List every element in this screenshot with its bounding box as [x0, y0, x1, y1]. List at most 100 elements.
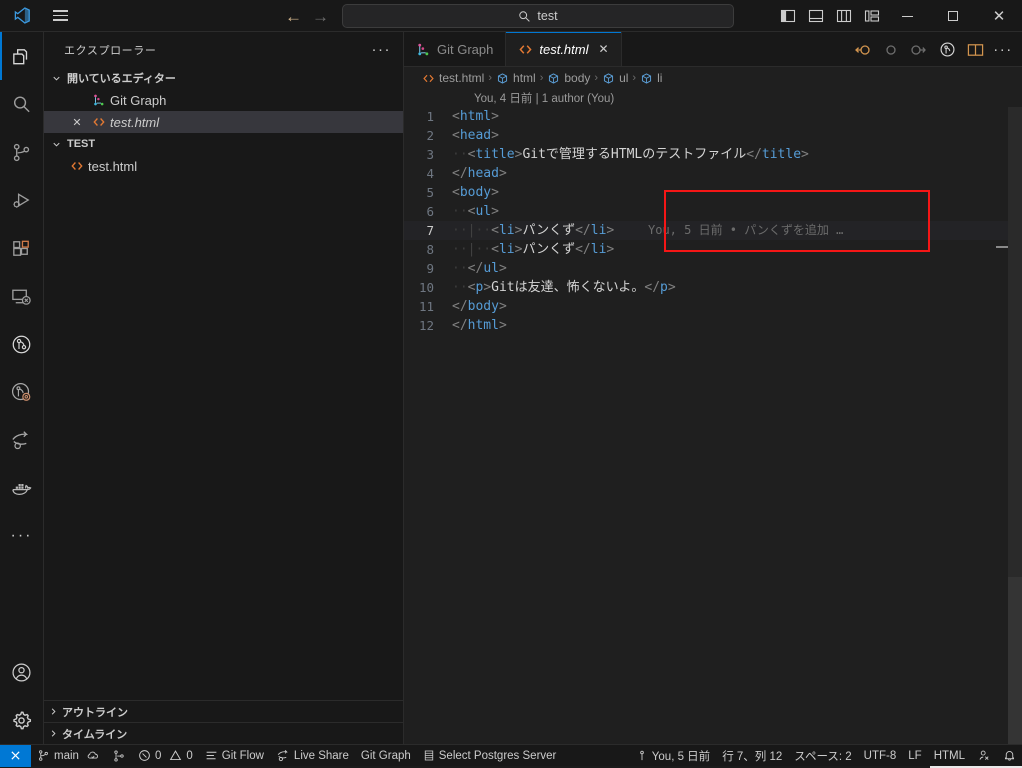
code-line[interactable]: 8 ··|··<li>パンくず</li>	[404, 240, 1022, 259]
editor-scrollbar[interactable]	[1008, 107, 1022, 744]
breadcrumb-body[interactable]: body	[547, 71, 590, 85]
more-actions-icon[interactable]: ···	[992, 39, 1014, 61]
breadcrumb-li[interactable]: li	[640, 71, 662, 85]
status-indentation[interactable]: スペース: 2	[788, 745, 857, 767]
sidebar-item-docker[interactable]	[0, 464, 44, 512]
breadcrumb-ul[interactable]: ul	[602, 71, 628, 85]
code-line[interactable]: 6 ··<ul>	[404, 202, 1022, 221]
breadcrumb-html[interactable]: html	[496, 71, 536, 85]
cloud-sync-icon[interactable]	[86, 749, 100, 762]
tab-git-graph[interactable]: Git Graph	[404, 32, 507, 66]
status-git-branch[interactable]: main	[31, 745, 106, 767]
line-number: 7	[426, 223, 434, 238]
split-editor-right-icon[interactable]	[964, 39, 986, 61]
status-live-share[interactable]: Live Share	[270, 745, 355, 767]
status-encoding[interactable]: UTF-8	[858, 745, 903, 767]
code-line[interactable]: 5 <body>	[404, 183, 1022, 202]
arrow-left-icon[interactable]: ←	[285, 8, 302, 25]
sidebar-header: エクスプローラー ···	[44, 32, 403, 67]
sidebar-item-remote-explorer[interactable]	[0, 272, 44, 320]
vscode-window: ← → test ✕ ··· エクスプローラー ··· 開いているエディター G…	[0, 0, 1022, 768]
code-line[interactable]: 1 <html>	[404, 107, 1022, 126]
status-git-graph-icon[interactable]	[106, 745, 132, 767]
code-line[interactable]: 4 </head>	[404, 164, 1022, 183]
symbol-field-icon	[640, 72, 653, 85]
close-icon[interactable]: ✕	[598, 42, 608, 56]
status-eol[interactable]: LF	[902, 745, 927, 767]
symbol-field-icon	[547, 72, 560, 85]
gitlens-previous-revision-icon[interactable]	[852, 39, 874, 61]
toggle-secondary-sidebar-icon[interactable]	[834, 6, 854, 26]
database-icon	[423, 749, 435, 762]
sidebar-item-live-share[interactable]	[0, 416, 44, 464]
list-icon	[205, 749, 218, 762]
status-notifications-bell-icon[interactable]	[997, 745, 1022, 767]
breadcrumb-file[interactable]: test.html	[422, 71, 484, 85]
gitlens-toggle-blame-icon[interactable]	[936, 39, 958, 61]
section-timeline[interactable]: タイムライン	[44, 722, 403, 744]
sidebar-item-explorer[interactable]	[0, 32, 44, 80]
gitlens-next-revision-icon[interactable]	[908, 39, 930, 61]
toggle-panel-icon[interactable]	[806, 6, 826, 26]
line-number: 11	[418, 299, 434, 314]
section-outline[interactable]: アウトライン	[44, 700, 403, 722]
file-test-html[interactable]: test.html	[44, 155, 403, 177]
section-label: 開いているエディター	[67, 73, 176, 85]
code-text: ··|··<li>パンくず</li>	[452, 242, 615, 257]
toggle-primary-sidebar-icon[interactable]	[778, 6, 798, 26]
open-editor-git-graph[interactable]: Git Graph	[44, 89, 403, 111]
arrow-right-icon[interactable]: →	[312, 8, 329, 25]
hamburger-menu-icon[interactable]	[44, 0, 76, 32]
status-select-postgres-server[interactable]: Select Postgres Server	[417, 745, 563, 767]
tab-test-html[interactable]: test.html ✕	[506, 32, 622, 66]
status-feedback-icon[interactable]	[971, 745, 997, 767]
code-line[interactable]: 3 ··<title>Gitで管理するHTMLのテストファイル</title>	[404, 145, 1022, 164]
breadcrumb-label: html	[513, 71, 536, 85]
sidebar-item-source-control[interactable]	[0, 128, 44, 176]
status-git-graph-button[interactable]: Git Graph	[355, 745, 417, 767]
close-icon[interactable]: ✕	[976, 0, 1022, 32]
status-git-flow-label: Git Flow	[221, 749, 264, 762]
sidebar-item-run-debug[interactable]	[0, 176, 44, 224]
status-git-flow[interactable]: Git Flow	[199, 745, 270, 767]
sidebar-more-actions-icon[interactable]: ···	[372, 41, 392, 58]
sidebar-item-git-graph[interactable]	[0, 320, 44, 368]
open-editor-label: Git Graph	[110, 92, 167, 108]
code-line[interactable]: 9 ··</ul>	[404, 259, 1022, 278]
code-line[interactable]: 7 ··|··<li>パンくず</li> You, 5 日前 • パンくずを追加 …	[404, 190, 1022, 252]
error-count: 0	[154, 749, 162, 762]
minimize-icon[interactable]	[884, 0, 930, 32]
section-test-folder[interactable]: TEST	[44, 133, 403, 155]
sidebar-item-extensions[interactable]	[0, 224, 44, 272]
status-language-mode[interactable]: HTML	[928, 745, 971, 767]
sidebar-item-search[interactable]	[0, 80, 44, 128]
maximize-icon[interactable]	[930, 0, 976, 32]
status-gitlens-blame[interactable]: You, 5 日前	[630, 745, 716, 767]
sidebar-item-git-graph-settings[interactable]	[0, 368, 44, 416]
scrollbar-slider[interactable]	[1008, 577, 1022, 744]
status-cursor-position[interactable]: 行 7、列 12	[716, 745, 788, 767]
code-editor[interactable]: 1 <html> 2 <head> 3 ··<title>Gitで管理するHTMLのテスト…	[404, 107, 1022, 744]
customize-layout-icon[interactable]	[862, 6, 882, 26]
line-number: 8	[426, 242, 434, 257]
code-line[interactable]: 12 </html>	[404, 316, 1022, 335]
status-problems[interactable]: 0 0	[132, 745, 199, 767]
gitlens-blame-annotation[interactable]: You, 5 日前 • パンくずを追加 …	[648, 221, 843, 240]
code-line[interactable]: 2 <head>	[404, 126, 1022, 145]
section-open-editors[interactable]: 開いているエディター	[44, 67, 403, 89]
settings-gear-icon[interactable]	[0, 696, 44, 744]
gitlens-working-revision-icon[interactable]	[880, 39, 902, 61]
html-file-icon	[66, 159, 88, 173]
more-views-icon[interactable]: ···	[0, 512, 44, 560]
code-line[interactable]: 10 ··<p>Gitは友達、怖くないよ。</p>	[404, 278, 1022, 297]
warning-icon	[169, 749, 182, 762]
search-input[interactable]: test	[342, 4, 734, 28]
code-line[interactable]: 11 </body>	[404, 297, 1022, 316]
open-editor-test-html[interactable]: ✕ test.html	[44, 111, 403, 133]
status-git-graph-label: Git Graph	[360, 749, 411, 762]
close-icon[interactable]: ✕	[66, 116, 88, 129]
accounts-button[interactable]	[0, 648, 44, 696]
overview-ruler-mark	[996, 246, 1008, 248]
status-remote-indicator[interactable]	[0, 744, 31, 767]
status-gitlens-label: You, 5 日前	[651, 750, 711, 763]
